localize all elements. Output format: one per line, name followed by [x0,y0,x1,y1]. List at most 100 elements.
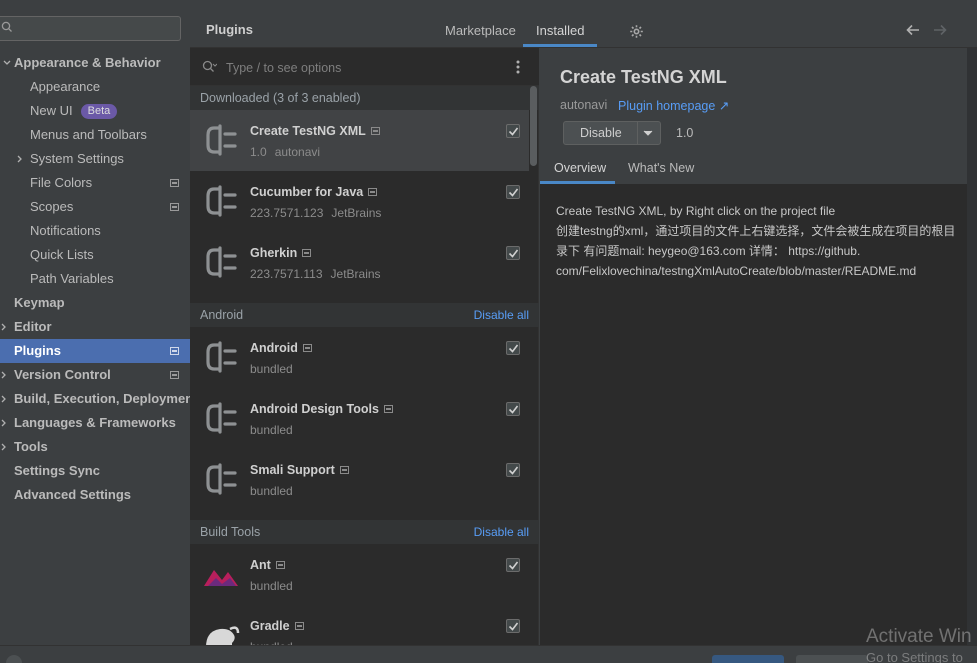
plugin-detail-title: Create TestNG XML [560,67,727,87]
ok-button[interactable] [712,655,784,663]
sidebar-item-keymap[interactable]: Keymap [0,291,190,315]
sidebar-item-label: Scopes [30,199,74,214]
disable-all-link[interactable]: Disable all [474,308,529,322]
sidebar-item-editor[interactable]: Editor [0,315,190,339]
sidebar-item-notifications[interactable]: Notifications [0,219,190,243]
sidebar-item-version-control[interactable]: Version Control [0,363,190,387]
plugin-enabled-checkbox[interactable] [506,619,520,633]
chevron-right-icon[interactable] [0,443,8,451]
sidebar-item-label: New UI Beta [30,99,118,123]
sidebar-item-advanced-settings[interactable]: Advanced Settings [0,483,190,507]
project-scope-icon [302,344,312,352]
activation-watermark: Activate Win [866,626,972,647]
plugin-name-label: Smali Support [250,463,335,477]
plugin-name: Ant [250,558,285,572]
disable-button[interactable]: Disable [563,121,661,145]
more-options-icon[interactable] [516,60,520,74]
plugin-enabled-checkbox[interactable] [506,124,520,138]
sidebar-item-build-execution-deployment[interactable]: Build, Execution, Deployment [0,387,197,411]
chevron-down-icon[interactable] [3,59,11,67]
settings-sidebar: Appearance & Behavior Appearance New UI Bet… [0,0,197,645]
sidebar-item-tools[interactable]: Tools [0,435,190,459]
plugin-row[interactable]: Smali Support bundled [190,449,529,510]
checkmark-icon [508,188,519,197]
sidebar-item-label: Keymap [14,295,65,310]
sidebar-item-plugins[interactable]: Plugins [0,339,190,363]
plugin-meta: 223.7571.113 JetBrains [250,267,381,281]
plugin-enabled-checkbox[interactable] [506,246,520,260]
plugin-enabled-checkbox[interactable] [506,463,520,477]
plugin-list-scrollbar[interactable] [530,86,537,166]
plugin-row[interactable]: Cucumber for Java 223.7571.123 JetBrains [190,171,529,232]
plugin-row[interactable]: Android Design Tools bundled [190,388,529,449]
plugin-enabled-checkbox[interactable] [506,402,520,416]
plugin-enabled-checkbox[interactable] [506,341,520,355]
activation-watermark-sub: Go to Settings to [866,650,963,663]
plugin-search-input[interactable]: Type / to see options [226,61,341,75]
project-scope-icon [368,188,378,196]
disable-all-link[interactable]: Disable all [474,525,529,539]
back-arrow-icon[interactable] [905,23,921,37]
plugin-enabled-checkbox[interactable] [506,558,520,572]
plugin-name-label: Gradle [250,619,290,633]
cancel-button[interactable] [796,655,868,663]
project-scope-icon [275,561,285,569]
plugin-icon [202,122,240,158]
project-scope-icon [302,249,312,257]
sidebar-item-appearance[interactable]: Appearance [0,75,190,99]
sidebar-item-appearance-behavior[interactable]: Appearance & Behavior [0,51,190,75]
sidebar-item-settings-sync[interactable]: Settings Sync [0,459,190,483]
chevron-right-icon[interactable] [16,155,24,163]
chevron-down-icon[interactable] [643,130,653,136]
plugin-name: Gherkin [250,246,312,260]
tab-installed[interactable]: Installed [536,23,584,38]
chevron-right-icon[interactable] [0,419,8,427]
plugin-group-title: Downloaded (3 of 3 enabled) [200,91,361,105]
plugin-icon [202,400,240,436]
sidebar-item-label: Appearance [30,79,101,94]
plugin-name: Android Design Tools [250,402,393,416]
plugin-meta: bundled [250,423,293,437]
chevron-right-icon[interactable] [0,371,8,379]
plugin-row[interactable]: Create TestNG XML 1.0 autonavi [190,110,529,171]
plugin-version: bundled [250,579,293,593]
plugin-icon [202,183,240,219]
project-scope-icon [170,179,179,187]
chevron-right-icon[interactable] [0,323,8,331]
sidebar-item-label: Settings Sync [14,463,100,478]
sidebar-item-label: Notifications [30,223,101,238]
plugin-version: bundled [250,423,293,437]
detail-right-strip [967,48,977,645]
forward-arrow-icon[interactable] [932,23,948,37]
plugin-meta: 223.7571.123 JetBrains [250,206,381,220]
sidebar-item-menus-and-toolbars[interactable]: Menus and Toolbars [0,123,190,147]
settings-search-input[interactable] [0,16,181,41]
search-options-icon[interactable] [202,60,217,73]
chevron-right-icon[interactable] [0,395,8,403]
plugin-row[interactable]: Gherkin 223.7571.113 JetBrains [190,232,529,293]
plugin-version: bundled [250,362,293,376]
sidebar-item-languages-frameworks[interactable]: Languages & Frameworks [0,411,190,435]
plugin-meta: 1.0 autonavi [250,145,320,159]
plugin-row[interactable]: Android bundled [190,327,529,388]
plugin-name: Cucumber for Java [250,185,378,199]
sidebar-item-file-colors[interactable]: File Colors [0,171,190,195]
plugin-homepage-link[interactable]: Plugin homepage ↗ [618,98,729,113]
sidebar-item-scopes[interactable]: Scopes [0,195,190,219]
plugin-name-label: Gherkin [250,246,298,260]
plugin-enabled-checkbox[interactable] [506,185,520,199]
sidebar-item-system-settings[interactable]: System Settings [0,147,190,171]
sidebar-item-label: Languages & Frameworks [14,415,176,430]
tab-whats-new[interactable]: What's New [628,161,694,175]
gear-icon[interactable] [629,24,644,39]
sidebar-item-path-variables[interactable]: Path Variables [0,267,190,291]
plugin-row[interactable]: Ant bundled [190,544,529,605]
plugin-meta: bundled [250,484,293,498]
project-scope-icon [170,203,179,211]
tab-marketplace[interactable]: Marketplace [445,23,516,38]
sidebar-item-label: Editor [14,319,52,334]
plugin-icon [202,244,240,280]
sidebar-item-new-ui[interactable]: New UI Beta [0,99,190,123]
tab-overview[interactable]: Overview [554,161,606,175]
sidebar-item-quick-lists[interactable]: Quick Lists [0,243,190,267]
